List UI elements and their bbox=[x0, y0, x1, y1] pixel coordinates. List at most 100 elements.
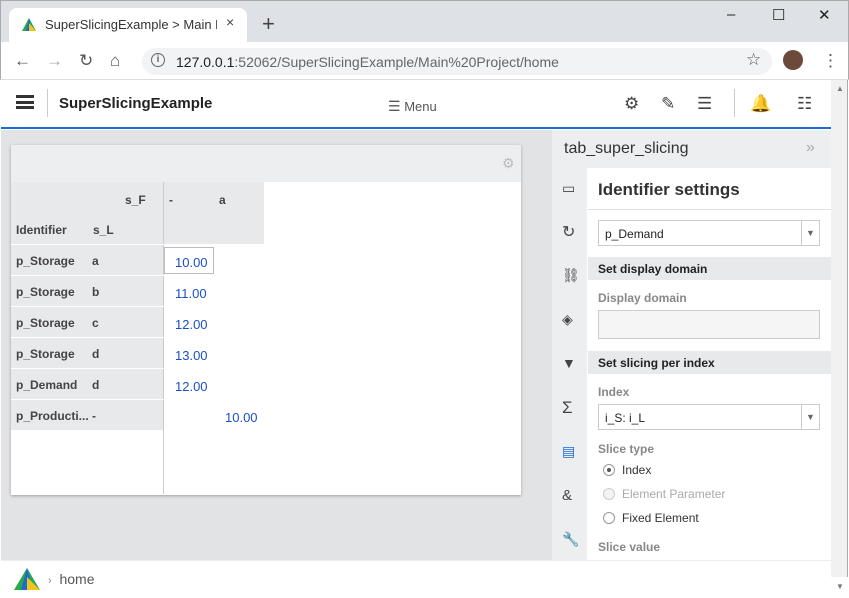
maximize-button[interactable]: ☐ bbox=[772, 6, 785, 24]
index-select[interactable]: i_S: i_L ▼ bbox=[598, 404, 820, 430]
index-select-value: i_S: i_L bbox=[605, 411, 646, 425]
row-separator bbox=[11, 399, 264, 400]
wrench-icon[interactable]: 🔧 bbox=[562, 531, 579, 548]
reload-icon[interactable]: ↻ bbox=[79, 51, 93, 71]
col-header-dash: - bbox=[169, 193, 173, 207]
widget-gear-icon[interactable]: ⚙ bbox=[502, 155, 515, 172]
ampersand-icon[interactable]: & bbox=[562, 487, 572, 504]
refresh-icon[interactable]: ↻ bbox=[562, 222, 575, 242]
chevron-down-icon: ▼ bbox=[801, 405, 819, 429]
row-separator bbox=[11, 337, 264, 338]
row-separator bbox=[11, 368, 264, 369]
menu-icon: ☰ bbox=[388, 98, 401, 114]
list-icon[interactable]: ☰ bbox=[697, 94, 712, 114]
breadcrumb-home[interactable]: home bbox=[59, 571, 94, 587]
pencil-icon[interactable]: ✎ bbox=[661, 94, 675, 114]
header-divider-right bbox=[734, 89, 735, 117]
app-name: SuperSlicingExample bbox=[59, 95, 213, 112]
row-sl: a bbox=[92, 254, 99, 268]
display-domain-input[interactable] bbox=[598, 310, 820, 339]
identifier-settings-heading: Identifier settings bbox=[598, 180, 740, 199]
radio-element-parameter-label: Element Parameter bbox=[622, 487, 726, 501]
app-logo-icon bbox=[22, 18, 36, 31]
col-header-a: a bbox=[219, 193, 226, 207]
layers-icon[interactable]: ◈ bbox=[562, 311, 573, 328]
scroll-up-icon[interactable]: ▲ bbox=[836, 84, 844, 93]
footer-bar bbox=[1, 560, 831, 597]
col-header-title: s_F bbox=[125, 193, 146, 207]
display-domain-label: Display domain bbox=[598, 291, 687, 305]
row-identifier: p_Storage bbox=[16, 347, 75, 361]
kebab-menu-icon[interactable]: ⋮ bbox=[822, 51, 839, 71]
row-sl: b bbox=[92, 285, 100, 299]
row-identifier: p_Storage bbox=[16, 285, 75, 299]
hamburger-icon[interactable] bbox=[16, 95, 34, 109]
sliders-icon[interactable]: ☷ bbox=[797, 94, 812, 114]
close-window-button[interactable]: ✕ bbox=[818, 6, 831, 24]
identifier-select-value: p_Demand bbox=[605, 227, 664, 241]
bell-icon[interactable]: 🔔 bbox=[750, 94, 771, 114]
row-identifier: p_Producti... bbox=[16, 409, 89, 423]
row-sl: - bbox=[92, 409, 96, 423]
heading-divider bbox=[588, 209, 831, 210]
radio-index-label: Index bbox=[622, 463, 652, 477]
row-separator bbox=[11, 244, 264, 245]
row-identifier: p_Storage bbox=[16, 254, 75, 268]
home-icon[interactable]: ⌂ bbox=[110, 51, 120, 71]
collapse-icon[interactable]: » bbox=[806, 139, 815, 157]
inbox-icon[interactable]: ▭ bbox=[562, 180, 575, 197]
chevron-down-icon: ▼ bbox=[801, 221, 819, 245]
grid-divider bbox=[163, 182, 164, 494]
cell-value[interactable]: 11.00 bbox=[175, 286, 207, 301]
menu-label: Menu bbox=[404, 99, 437, 114]
row-sl: d bbox=[92, 347, 100, 361]
identifier-select[interactable]: p_Demand ▼ bbox=[598, 220, 820, 246]
gear-icon[interactable]: ⚙ bbox=[624, 94, 639, 114]
radio-index[interactable] bbox=[603, 464, 615, 476]
cell-value[interactable]: 10.00 bbox=[225, 410, 258, 425]
row-identifier: p_Demand bbox=[16, 378, 78, 392]
avatar[interactable] bbox=[783, 50, 803, 70]
row-sl: c bbox=[92, 316, 99, 330]
row-identifier: p_Storage bbox=[16, 316, 75, 330]
row-header-identifier: Identifier bbox=[16, 223, 67, 237]
row-header-sl: s_L bbox=[93, 223, 114, 237]
column-header-block bbox=[164, 182, 264, 244]
cell-value[interactable]: 12.00 bbox=[175, 317, 208, 332]
widget-header bbox=[11, 145, 521, 182]
star-icon[interactable]: ☆ bbox=[746, 50, 761, 70]
document-icon[interactable]: ▤ bbox=[562, 443, 575, 460]
info-icon[interactable]: i bbox=[151, 53, 165, 67]
cell-value[interactable]: 13.00 bbox=[175, 348, 208, 363]
slice-value-label: Slice value bbox=[598, 540, 661, 554]
row-separator bbox=[11, 306, 264, 307]
section-slicing: Set slicing per index bbox=[588, 351, 831, 374]
slice-type-label: Slice type bbox=[598, 442, 655, 456]
radio-fixed-element[interactable] bbox=[603, 512, 615, 524]
filter-icon[interactable]: ▼ bbox=[562, 355, 576, 371]
footer-logo-icon[interactable] bbox=[14, 568, 40, 590]
page-scrollbar[interactable] bbox=[831, 80, 848, 577]
minimize-button[interactable]: – bbox=[727, 6, 735, 23]
link-icon[interactable]: ⛓ bbox=[562, 267, 580, 284]
url-text: 127.0.0.1:52062/SuperSlicingExample/Main… bbox=[176, 54, 559, 70]
cell-value[interactable]: 10.00 bbox=[175, 255, 208, 270]
radio-element-parameter[interactable] bbox=[603, 488, 615, 500]
back-icon[interactable]: ← bbox=[14, 51, 31, 71]
header-divider bbox=[47, 89, 48, 117]
row-sl: d bbox=[92, 378, 100, 392]
radio-fixed-element-label: Fixed Element bbox=[622, 511, 699, 525]
sigma-icon[interactable]: Σ bbox=[562, 398, 573, 418]
cell-value[interactable]: 12.00 bbox=[175, 379, 208, 394]
index-label: Index bbox=[598, 385, 630, 399]
scroll-down-icon[interactable]: ▼ bbox=[836, 582, 844, 591]
tab-close-icon[interactable]: × bbox=[226, 14, 234, 30]
row-separator bbox=[11, 275, 264, 276]
section-display-domain: Set display domain bbox=[588, 257, 831, 280]
forward-icon[interactable]: → bbox=[46, 51, 63, 71]
chevron-right-icon: › bbox=[48, 575, 52, 587]
new-tab-button[interactable]: + bbox=[262, 11, 275, 37]
menu-button[interactable]: ☰ Menu bbox=[388, 98, 437, 115]
breadcrumb[interactable]: › home bbox=[48, 571, 94, 587]
side-panel-title: tab_super_slicing bbox=[564, 140, 689, 157]
